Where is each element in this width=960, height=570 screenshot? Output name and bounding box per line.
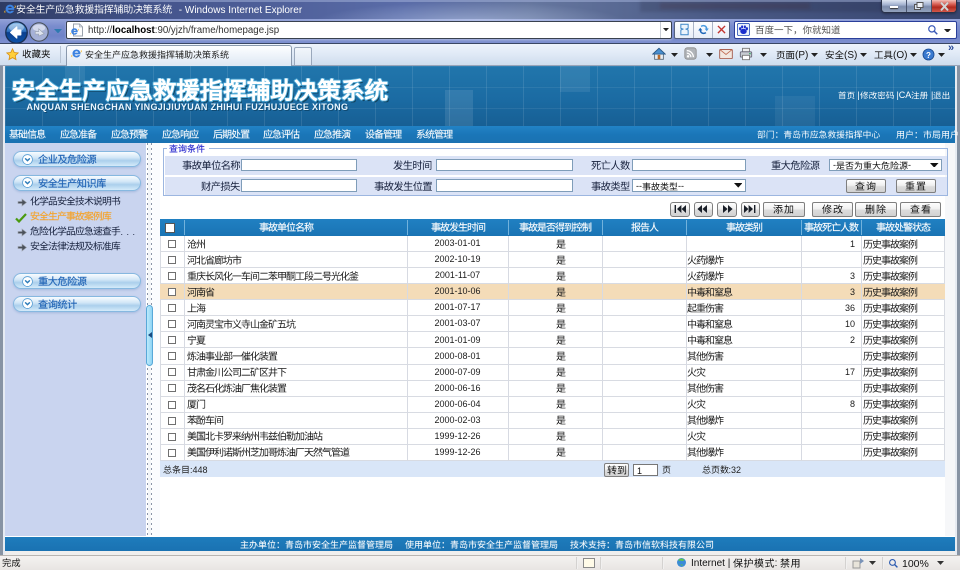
svg-text:?: ?	[926, 50, 931, 59]
